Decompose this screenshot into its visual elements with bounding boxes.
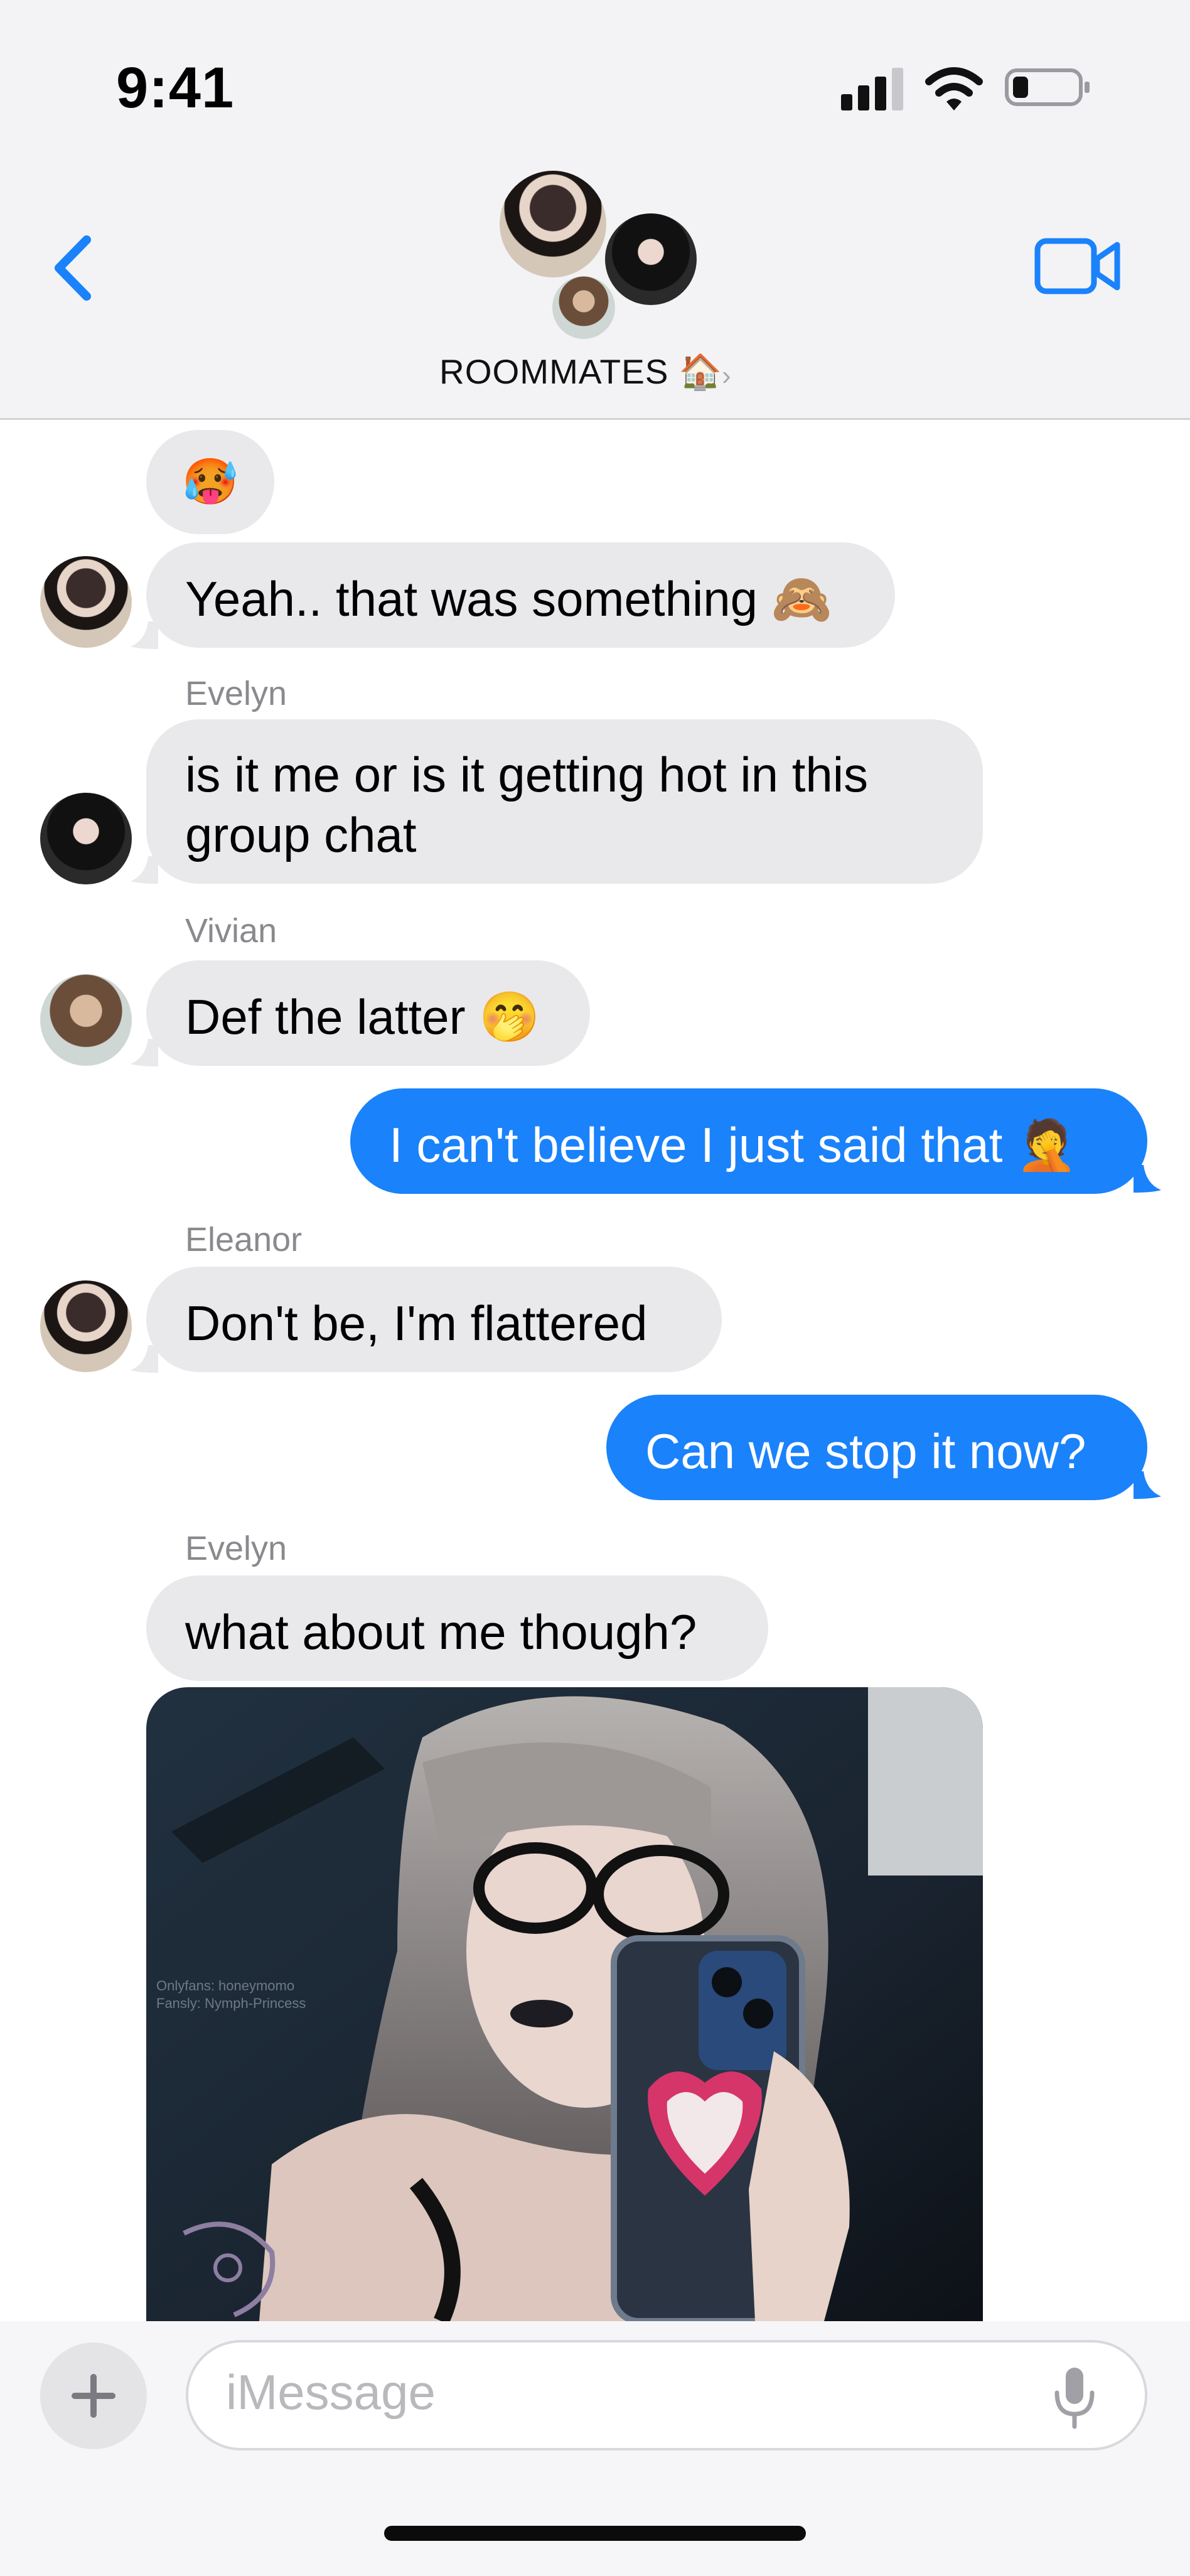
battery-icon <box>1005 68 1090 106</box>
message-text: Can we stop it now? <box>645 1424 1086 1479</box>
message-bubble[interactable]: Yeah.. that was something 🙈 <box>146 542 895 648</box>
photo-watermark: Onlyfans: honeymomo Fansly: Nymph-Prince… <box>156 1977 306 2012</box>
message-input-placeholder: iMessage <box>226 2364 436 2420</box>
group-avatar-1[interactable] <box>500 171 606 277</box>
house-emoji: 🏠 <box>678 352 723 391</box>
bubble-tail <box>131 1345 158 1373</box>
emoji: 🥵 <box>182 457 239 507</box>
photo-attachment[interactable]: Onlyfans: honeymomo Fansly: Nymph-Prince… <box>146 1687 983 2321</box>
sender-avatar[interactable] <box>40 556 132 648</box>
microphone-icon[interactable] <box>1052 2365 1097 2430</box>
home-indicator[interactable] <box>384 2526 806 2541</box>
bubble-tail <box>131 856 158 884</box>
message-line: is it me or is it getting hot in this <box>185 747 869 802</box>
message-line: group chat <box>185 807 417 862</box>
message-text: what about me though? <box>185 1604 697 1660</box>
watermark-line: Onlyfans: honeymomo <box>156 1978 295 1994</box>
wifi-icon <box>925 67 983 110</box>
message-text: Yeah.. that was something 🙈 <box>185 571 832 626</box>
message-bubble[interactable]: what about me though? <box>146 1575 768 1681</box>
sender-name: Evelyn <box>185 675 287 712</box>
bubble-tail <box>131 621 158 649</box>
video-call-icon[interactable] <box>1034 236 1122 296</box>
watermark-line: Fansly: Nymph-Princess <box>156 1995 306 2011</box>
chevron-right-icon: › <box>722 360 731 391</box>
status-time: 9:41 <box>116 56 235 120</box>
message-bubble[interactable]: I can't believe I just said that 🤦 <box>350 1088 1147 1194</box>
sender-avatar[interactable] <box>40 974 132 1066</box>
message-bubble[interactable]: Can we stop it now? <box>606 1395 1147 1500</box>
sender-name: Vivian <box>185 912 277 950</box>
sender-avatar[interactable] <box>40 793 132 884</box>
message-bubble[interactable]: 🥵 <box>146 430 274 534</box>
signal-icon <box>841 68 904 110</box>
message-text: Def the latter 🤭 <box>185 989 540 1044</box>
back-chevron-icon[interactable] <box>48 233 98 303</box>
sender-avatar[interactable] <box>40 1280 132 1372</box>
group-name: ROOMMATES <box>439 352 669 391</box>
sender-name: Eleanor <box>185 1221 303 1258</box>
group-avatar-3[interactable] <box>552 276 615 339</box>
plus-button[interactable] <box>40 2343 147 2449</box>
sender-name: Evelyn <box>185 1530 287 1567</box>
group-avatar-2[interactable] <box>605 213 697 305</box>
message-bubble[interactable]: Don't be, I'm flattered <box>146 1267 722 1372</box>
message-text: Don't be, I'm flattered <box>185 1296 648 1351</box>
group-title[interactable]: ROOMMATES 🏠 <box>439 352 722 392</box>
bubble-tail <box>131 1039 158 1066</box>
plus-icon <box>72 2374 115 2418</box>
message-bubble[interactable]: Def the latter 🤭 <box>146 960 590 1066</box>
message-text: I can't believe I just said that 🤦 <box>389 1117 1078 1173</box>
message-bubble[interactable]: is it me or is it getting hot in this gr… <box>146 719 983 884</box>
